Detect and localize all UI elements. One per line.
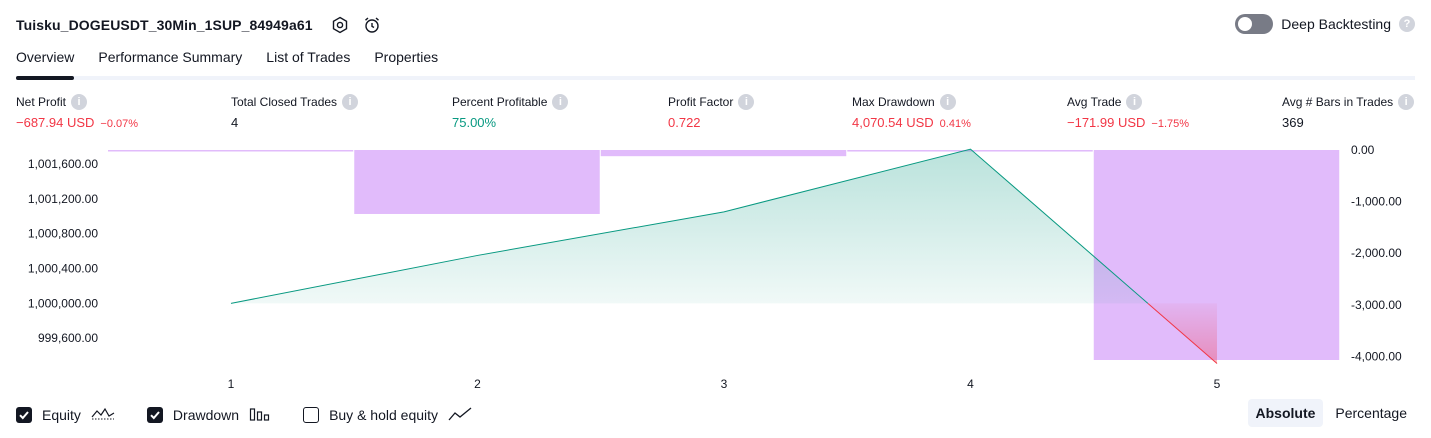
- deep-backtesting: Deep Backtesting ?: [1235, 14, 1415, 34]
- drawdown-bar: [108, 150, 354, 152]
- help-icon[interactable]: ?: [1399, 16, 1415, 32]
- drawdown-bar: [354, 150, 600, 214]
- metrics-row: Net Profit i −687.94 USD −0.07% Total Clos…: [16, 94, 1415, 130]
- right-axis-tick-label: -3,000.00: [1351, 298, 1402, 312]
- metric-max-drawdown: Max Drawdown i 4,070.54 USD 0.41%: [852, 94, 971, 130]
- left-axis-tick-label: 1,001,600.00: [28, 157, 98, 171]
- metric-percent-profitable: Percent Profitable i 75.00%: [452, 94, 569, 130]
- left-axis-tick-label: 1,001,200.00: [28, 192, 98, 206]
- checkbox-checked[interactable]: [146, 407, 163, 423]
- left-axis-tick-label: 999,600.00: [38, 331, 98, 345]
- tab-properties[interactable]: Properties: [374, 44, 438, 76]
- tab-overview[interactable]: Overview: [16, 44, 75, 80]
- metric-label: Max Drawdown: [852, 95, 935, 109]
- metric-label: Avg Trade: [1067, 95, 1122, 109]
- metric-net-profit: Net Profit i −687.94 USD −0.07%: [16, 94, 138, 130]
- drawdown-bars-icon: [249, 406, 271, 425]
- x-axis-tick-label: 2: [474, 377, 481, 391]
- info-icon[interactable]: i: [1398, 94, 1415, 110]
- x-axis-tick-label: 3: [721, 377, 728, 391]
- checkbox-unchecked[interactable]: [303, 407, 320, 423]
- metric-value: −171.99 USD: [1067, 115, 1146, 130]
- metric-value: 369: [1282, 115, 1304, 130]
- info-icon[interactable]: i: [1126, 94, 1143, 110]
- metric-value: 0.722: [668, 115, 701, 130]
- alert-clock-icon[interactable]: [359, 12, 385, 38]
- right-axis-tick-label: -4,000.00: [1351, 349, 1402, 363]
- left-axis-tick-label: 1,000,400.00: [28, 262, 98, 276]
- strategy-header: Tuisku_DOGEUSDT_30Min_1SUP_84949a61 Deep…: [16, 12, 1415, 38]
- metric-total-closed-trades: Total Closed Trades i 4: [231, 94, 359, 130]
- absolute-button[interactable]: Absolute: [1247, 399, 1324, 427]
- left-axis-tick-label: 1,000,000.00: [28, 296, 98, 310]
- metric-sub: −0.07%: [100, 118, 139, 130]
- x-axis-tick-label: 5: [1214, 377, 1221, 391]
- metric-sub: −1.75%: [1151, 118, 1190, 130]
- drawdown-checkbox[interactable]: Drawdown: [146, 406, 271, 425]
- right-axis-tick-label: -1,000.00: [1351, 195, 1402, 209]
- tab-list-of-trades[interactable]: List of Trades: [266, 44, 350, 76]
- chart-legend: Equity Drawdown Buy & hold equity Absolu…: [16, 399, 1415, 427]
- buy-hold-equity-checkbox[interactable]: Buy & hold equity: [303, 406, 472, 425]
- drawdown-bar: [600, 150, 847, 157]
- toggle-knob: [1238, 17, 1253, 31]
- left-axis-tick-label: 1,000,800.00: [28, 227, 98, 241]
- metric-label: Profit Factor: [668, 95, 734, 109]
- info-icon[interactable]: i: [939, 94, 956, 110]
- info-icon[interactable]: i: [738, 94, 755, 110]
- percentage-button[interactable]: Percentage: [1327, 399, 1415, 427]
- equity-drawdown-chart: 999,600.00 1,000,000.00 1,000,400.00 1,000,…: [28, 143, 1402, 391]
- x-axis-tick-label: 1: [228, 377, 235, 391]
- info-icon[interactable]: i: [552, 94, 569, 110]
- metric-profit-factor: Profit Factor i 0.722: [668, 94, 755, 130]
- value-mode-switch: Absolute Percentage: [1247, 399, 1416, 427]
- tab-bar: Overview Performance Summary List of Tra…: [16, 44, 1415, 80]
- deep-backtesting-toggle[interactable]: [1235, 14, 1274, 34]
- checkbox-checked[interactable]: [16, 407, 32, 423]
- deep-backtesting-label: Deep Backtesting: [1281, 16, 1391, 32]
- buy-hold-label: Buy & hold equity: [329, 407, 439, 423]
- metric-value: 4,070.54 USD: [852, 115, 934, 130]
- tab-performance-summary[interactable]: Performance Summary: [98, 44, 242, 76]
- right-axis-tick-label: -2,000.00: [1351, 246, 1402, 260]
- right-axis-tick-label: 0.00: [1351, 143, 1375, 157]
- equity-checkbox[interactable]: Equity: [16, 406, 115, 425]
- metric-avg-trade: Avg Trade i −171.99 USD −1.75%: [1067, 94, 1189, 130]
- metric-value: −687.94 USD: [16, 115, 95, 130]
- equity-icon: [91, 406, 115, 425]
- drawdown-label: Drawdown: [172, 407, 240, 423]
- metric-value: 75.00%: [452, 115, 497, 130]
- x-axis-tick-label: 4: [967, 377, 974, 391]
- equity-label: Equity: [42, 407, 81, 423]
- metric-label: Net Profit: [16, 95, 67, 109]
- metric-sub: 0.41%: [939, 118, 971, 130]
- metric-label: Total Closed Trades: [231, 95, 338, 109]
- info-icon[interactable]: i: [342, 94, 359, 110]
- buy-hold-line-icon: [448, 406, 472, 425]
- metric-value: 4: [231, 115, 239, 130]
- strategy-name: Tuisku_DOGEUSDT_30Min_1SUP_84949a61: [16, 17, 313, 33]
- settings-icon[interactable]: [327, 12, 353, 38]
- info-icon[interactable]: i: [71, 94, 88, 110]
- metric-avg-bars-in-trades: Avg # Bars in Trades i 369: [1282, 94, 1415, 130]
- metric-label: Avg # Bars in Trades: [1282, 95, 1394, 109]
- metric-label: Percent Profitable: [452, 95, 548, 109]
